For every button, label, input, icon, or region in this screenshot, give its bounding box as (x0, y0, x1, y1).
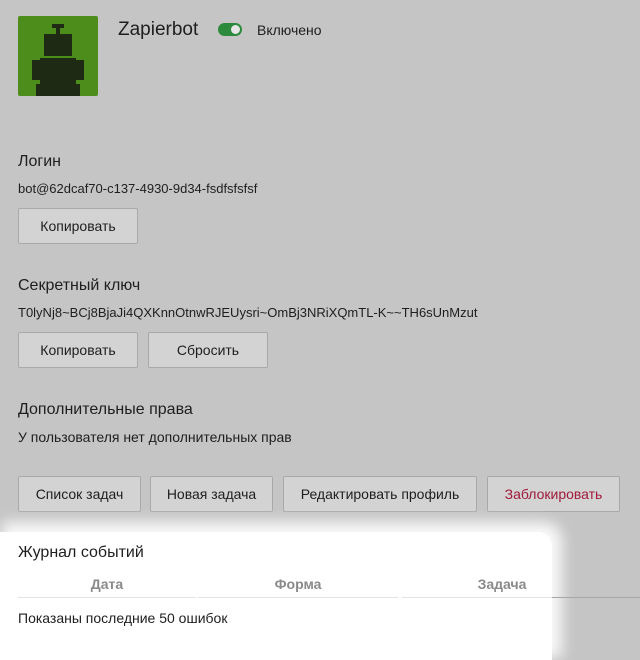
column-header-task[interactable]: Задача (402, 576, 602, 592)
copy-login-button[interactable]: Копировать (18, 208, 138, 244)
enabled-toggle[interactable] (218, 23, 242, 36)
new-task-button[interactable]: Новая задача (150, 476, 273, 512)
permissions-title: Дополнительные права (18, 401, 193, 418)
permissions-text: У пользователя нет дополнительных прав (18, 429, 292, 445)
column-underline-date (18, 597, 196, 598)
table-divider-extension (552, 597, 640, 598)
column-header-date[interactable]: Дата (18, 576, 196, 592)
event-log-note: Показаны последние 50 ошибок (18, 610, 228, 626)
secret-key-title: Секретный ключ (18, 277, 141, 294)
copy-secret-button[interactable]: Копировать (18, 332, 138, 368)
column-header-form[interactable]: Форма (198, 576, 398, 592)
block-button[interactable]: Заблокировать (487, 476, 620, 512)
secret-key-value: T0lyNj8~BCj8BjaJi4QXKnnOtnwRJEUysri~OmBj… (18, 305, 478, 320)
bot-name: Zapierbot (118, 19, 199, 40)
login-value: bot@62dcaf70-c137-4930-9d34-fsdfsfsfsf (18, 181, 258, 196)
toggle-knob (231, 25, 240, 34)
task-list-button[interactable]: Список задач (18, 476, 141, 512)
event-log-title: Журнал событий (18, 544, 144, 561)
robot-icon (32, 24, 84, 96)
edit-profile-button[interactable]: Редактировать профиль (283, 476, 477, 512)
column-underline-task (402, 597, 552, 598)
login-title: Логин (18, 153, 62, 170)
bot-avatar (18, 16, 98, 96)
reset-secret-button[interactable]: Сбросить (148, 332, 268, 368)
column-underline-form (198, 597, 398, 598)
enabled-status-label: Включено (257, 22, 322, 38)
